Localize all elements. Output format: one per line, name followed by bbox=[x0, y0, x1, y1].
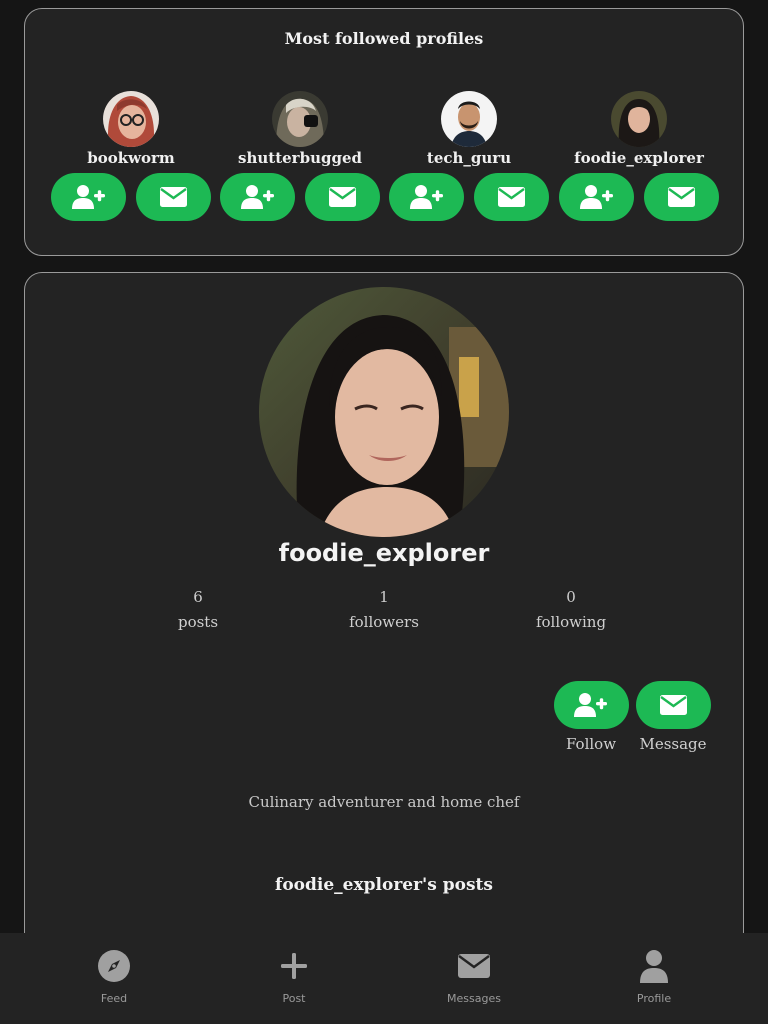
follow-action: Follow bbox=[546, 681, 636, 753]
envelope-icon bbox=[329, 187, 356, 207]
stat-label: following bbox=[535, 613, 607, 631]
user-icon bbox=[640, 950, 668, 983]
envelope-icon bbox=[659, 695, 687, 715]
plus-icon bbox=[281, 953, 307, 979]
message-button[interactable] bbox=[305, 173, 380, 221]
nav-item-feed[interactable]: Feed bbox=[54, 949, 174, 1005]
message-label: Message bbox=[639, 735, 707, 753]
profile-username[interactable]: tech_guru bbox=[384, 149, 554, 167]
follow-button[interactable] bbox=[389, 173, 464, 221]
profile-bio: Culinary adventurer and home chef bbox=[248, 793, 520, 811]
follow-button[interactable] bbox=[51, 173, 126, 221]
nav-item-post[interactable]: Post bbox=[234, 949, 354, 1005]
profile-username[interactable]: bookworm bbox=[46, 149, 216, 167]
most-followed-profile: bookworm bbox=[46, 91, 216, 221]
envelope-icon bbox=[160, 187, 187, 207]
avatar[interactable] bbox=[611, 91, 667, 147]
nav-item-profile[interactable]: Profile bbox=[594, 949, 714, 1005]
user-plus-icon bbox=[71, 185, 105, 209]
follow-button[interactable] bbox=[220, 173, 295, 221]
profile-avatar bbox=[259, 287, 509, 537]
stat-label: posts bbox=[177, 613, 219, 631]
envelope-icon bbox=[498, 187, 525, 207]
profile-card: foodie_explorer 6 posts 1 followers 0 fo… bbox=[24, 272, 744, 972]
user-plus-icon bbox=[579, 185, 613, 209]
profile-username[interactable]: shutterbugged bbox=[215, 149, 385, 167]
stat-value: 0 bbox=[566, 588, 576, 606]
message-button[interactable] bbox=[635, 681, 711, 729]
message-button[interactable] bbox=[136, 173, 211, 221]
posts-heading: foodie_explorer's posts bbox=[275, 875, 493, 895]
profile-username[interactable]: foodie_explorer bbox=[554, 149, 724, 167]
most-followed-profile: tech_guru bbox=[384, 91, 554, 221]
nav-label-messages: Messages bbox=[447, 992, 501, 1005]
envelope-icon bbox=[668, 187, 695, 207]
nav-label-feed: Feed bbox=[100, 992, 128, 1005]
most-followed-card: Most followed profiles bookworm shutterb… bbox=[24, 8, 744, 256]
user-plus-icon bbox=[240, 185, 274, 209]
follow-button[interactable] bbox=[553, 681, 629, 729]
user-plus-icon bbox=[409, 185, 443, 209]
compass-icon bbox=[98, 950, 130, 982]
envelope-icon bbox=[458, 954, 490, 978]
stat-value: 1 bbox=[379, 588, 389, 606]
nav-label-profile: Profile bbox=[636, 992, 672, 1005]
message-action: Message bbox=[628, 681, 718, 753]
stat-value: 6 bbox=[193, 588, 203, 606]
avatar[interactable] bbox=[272, 91, 328, 147]
most-followed-profile: foodie_explorer bbox=[554, 91, 724, 221]
avatar[interactable] bbox=[103, 91, 159, 147]
user-plus-icon bbox=[574, 693, 607, 717]
message-button[interactable] bbox=[474, 173, 549, 221]
stat-label: followers bbox=[349, 613, 419, 631]
nav-label-post: Post bbox=[282, 992, 306, 1005]
avatar[interactable] bbox=[441, 91, 497, 147]
follow-label: Follow bbox=[565, 735, 617, 753]
bottom-nav: Feed Post Messages Profile bbox=[0, 933, 768, 1024]
most-followed-title: Most followed profiles bbox=[284, 29, 484, 48]
message-button[interactable] bbox=[644, 173, 719, 221]
stat-followers[interactable]: 1 followers bbox=[324, 585, 444, 635]
profile-username: foodie_explorer bbox=[278, 539, 490, 567]
profile-page: Most followed profiles bookworm shutterb… bbox=[0, 0, 768, 1024]
follow-button[interactable] bbox=[559, 173, 634, 221]
stat-posts: 6 posts bbox=[138, 585, 258, 635]
stat-following[interactable]: 0 following bbox=[511, 585, 631, 635]
nav-item-messages[interactable]: Messages bbox=[414, 949, 534, 1005]
most-followed-profile: shutterbugged bbox=[215, 91, 385, 221]
